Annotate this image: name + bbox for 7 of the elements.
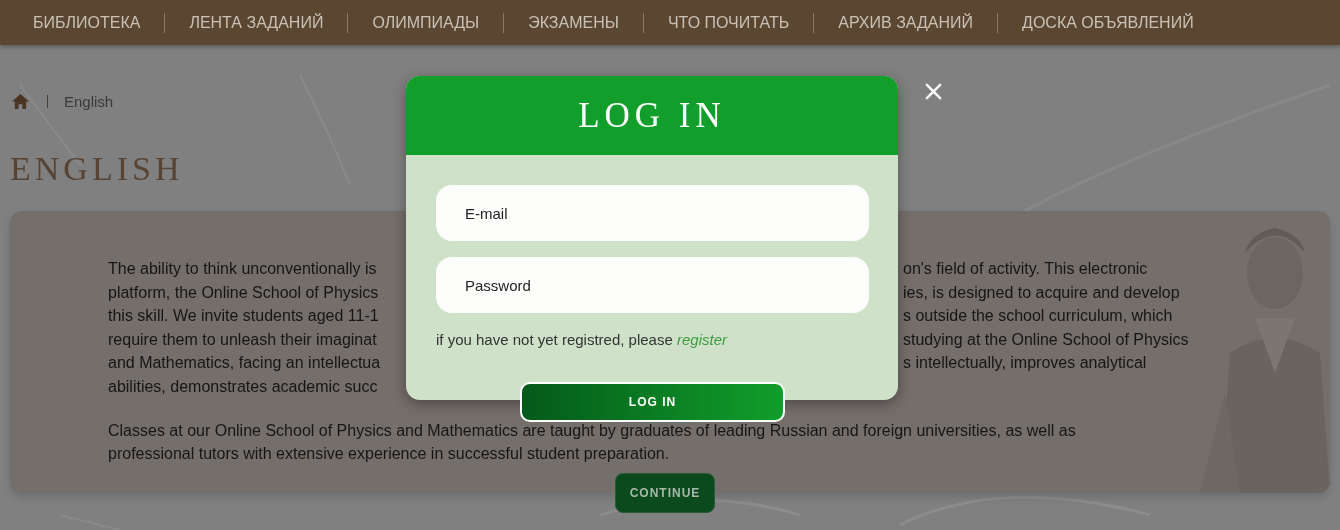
nav-link[interactable]: ЭКЗАМЕНЫ	[503, 12, 643, 33]
nav-link[interactable]: ЛЕНТА ЗАДАНИЙ	[164, 12, 348, 33]
nav-link[interactable]: ОЛИМПИАДЫ	[347, 12, 504, 33]
nav-link[interactable]: АРХИВ ЗАДАНИЙ	[813, 12, 998, 33]
nav-link[interactable]: ЧТО ПОЧИТАТЬ	[642, 12, 814, 33]
nav-link[interactable]: ДОСКА ОБЪЯВЛЕНИЙ	[997, 12, 1218, 33]
nav-link[interactable]: БИБЛИОТЕКА	[9, 12, 165, 33]
